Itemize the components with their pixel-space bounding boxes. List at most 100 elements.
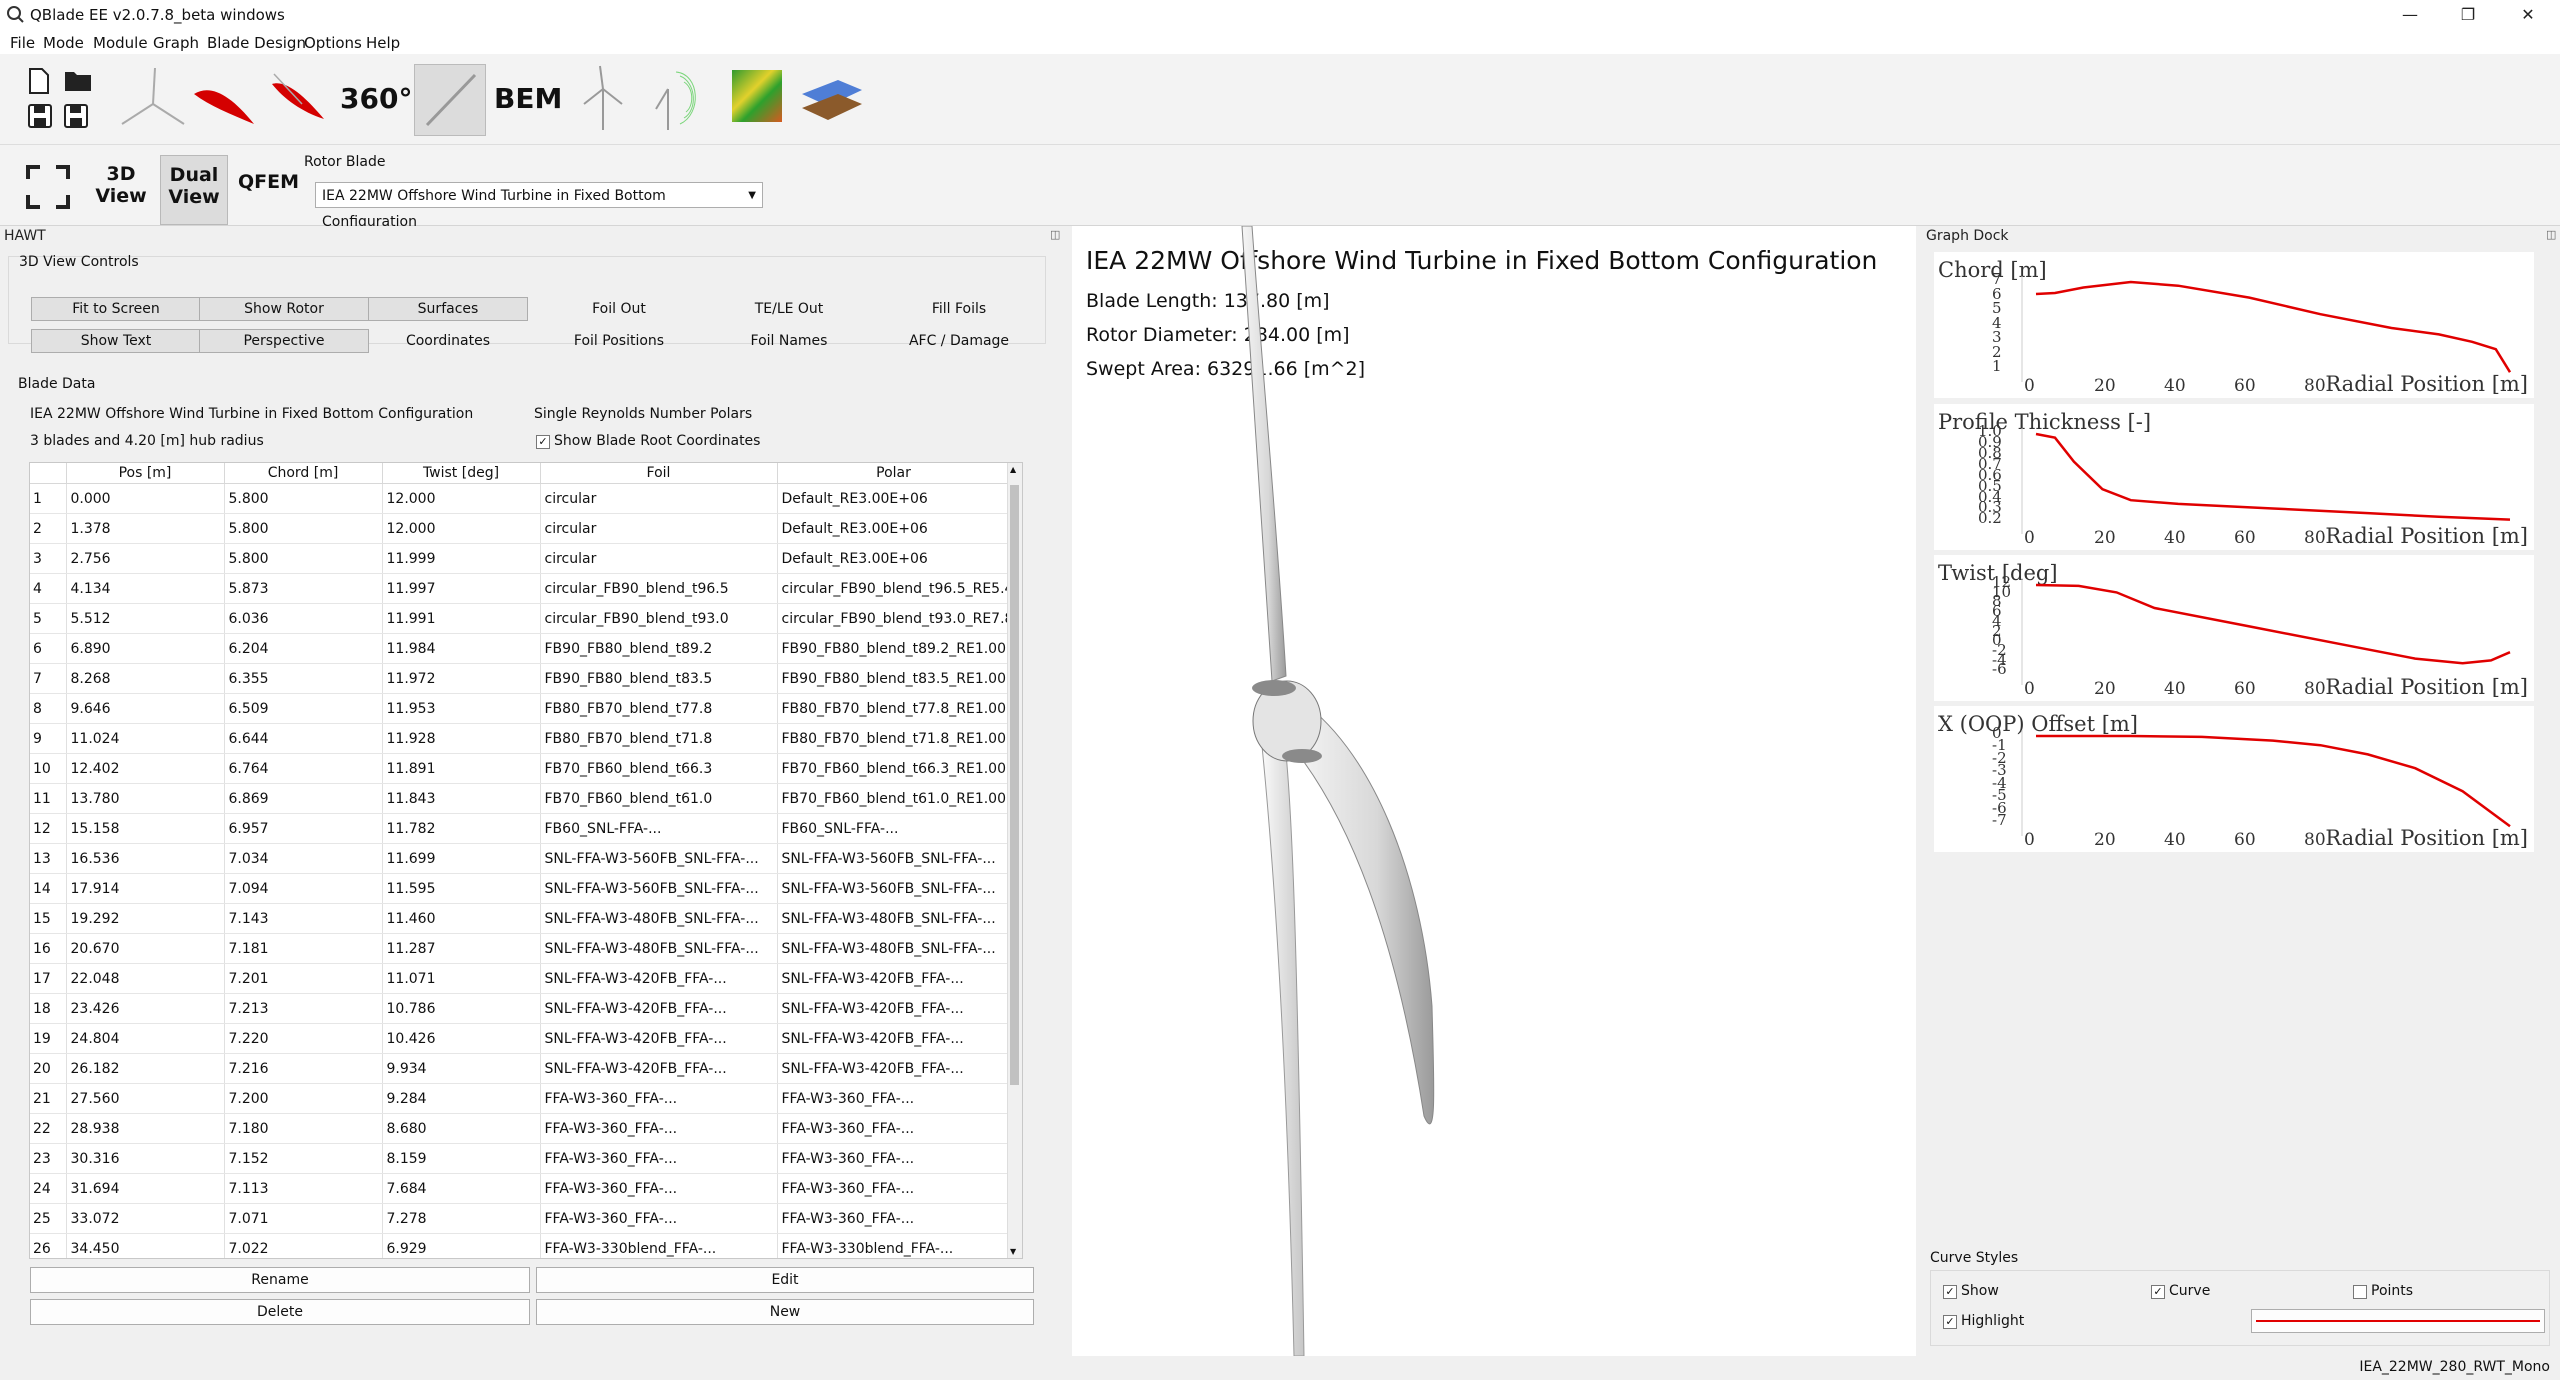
twist-cell[interactable]: 11.699 [382,843,541,874]
column-header-chord[interactable]: Chord [m] [224,463,383,484]
twist-cell[interactable]: 12.000 [382,483,541,514]
chord-cell[interactable]: 7.071 [224,1203,383,1234]
show-root-coords-checkbox[interactable]: ✓ [536,435,550,449]
pos-cell[interactable]: 30.316 [66,1143,225,1174]
table-row[interactable]: 21 27.560 7.200 9.284 FFA-W3-360_FFA-... FFA-… [30,1083,1011,1114]
polar-cell[interactable]: FB60_SNL-FFA-... [777,813,1011,844]
foil-cell[interactable]: FB60_SNL-FFA-... [540,813,778,844]
polar-cell[interactable]: SNL-FFA-W3-420FB_FFA-... [777,963,1011,994]
environment-icon[interactable] [798,64,868,134]
foil-cell[interactable]: circular_FB90_blend_t96.5 [540,573,778,604]
table-row[interactable]: 26 34.450 7.022 6.929 FFA-W3-330blend_FFA-..… [30,1233,1011,1258]
open-folder-icon[interactable] [64,68,92,92]
polar-cell[interactable]: SNL-FFA-W3-420FB_FFA-... [777,1053,1011,1084]
table-row[interactable]: 16 20.670 7.181 11.287 SNL-FFA-W3-480FB_SNL-… [30,933,1011,964]
show-rotor-button[interactable]: Show Rotor [199,297,369,321]
foil-cell[interactable]: circular [540,483,778,514]
pos-cell[interactable]: 16.536 [66,843,225,874]
maximize-button[interactable]: ❐ [2440,0,2496,32]
table-row[interactable]: 22 28.938 7.180 8.680 FFA-W3-360_FFA-... FFA-… [30,1113,1011,1144]
twist-cell[interactable]: 7.684 [382,1173,541,1204]
blade-data-table[interactable]: Pos [m] Chord [m] Twist [deg] Foil Polar… [29,462,1023,1259]
chord-cell[interactable]: 6.036 [224,603,383,634]
save-as-icon[interactable] [64,104,88,128]
pos-cell[interactable]: 2.756 [66,543,225,574]
polar-cell[interactable]: FFA-W3-360_FFA-... [777,1143,1011,1174]
minimize-button[interactable]: — [2382,0,2438,32]
twist-cell[interactable]: 11.928 [382,723,541,754]
curve-style-button[interactable] [2251,1309,2545,1333]
column-header-foil[interactable]: Foil [540,463,778,484]
polar-cell[interactable]: SNL-FFA-W3-560FB_SNL-FFA-... [777,873,1011,904]
twist-cell[interactable]: 11.999 [382,543,541,574]
pos-cell[interactable]: 19.292 [66,903,225,934]
pos-cell[interactable]: 4.134 [66,573,225,604]
chord-cell[interactable]: 7.180 [224,1113,383,1144]
polar-cell[interactable]: SNL-FFA-W3-480FB_SNL-FFA-... [777,933,1011,964]
pos-cell[interactable]: 9.646 [66,693,225,724]
pos-cell[interactable]: 24.804 [66,1023,225,1054]
table-scrollbar[interactable]: ▲ ▼ [1007,463,1022,1258]
fit-to-screen-button[interactable]: Fit to Screen [31,297,201,321]
twist-cell[interactable]: 10.786 [382,993,541,1024]
pos-cell[interactable]: 31.694 [66,1173,225,1204]
foil-cell[interactable]: FB90_FB80_blend_t83.5 [540,663,778,694]
twist-cell[interactable]: 10.426 [382,1023,541,1054]
chord-cell[interactable]: 7.152 [224,1143,383,1174]
pos-cell[interactable]: 27.560 [66,1083,225,1114]
twist-cell[interactable]: 11.984 [382,633,541,664]
foil-cell[interactable]: SNL-FFA-W3-560FB_SNL-FFA-... [540,843,778,874]
rotor-blade-select[interactable]: IEA 22MW Offshore Wind Turbine in Fixed … [315,182,763,230]
chord-cell[interactable]: 6.644 [224,723,383,754]
chord-cell[interactable]: 7.094 [224,873,383,904]
table-row[interactable]: 25 33.072 7.071 7.278 FFA-W3-360_FFA-... FFA-… [30,1203,1011,1234]
polar-cell[interactable]: FB70_FB60_blend_t66.3_RE1.00... [777,753,1011,784]
polar-360-button[interactable]: 360° [340,82,412,115]
3d-view-button[interactable]: 3D View [88,155,154,223]
pos-cell[interactable]: 17.914 [66,873,225,904]
pos-cell[interactable]: 26.182 [66,1053,225,1084]
twist-cell[interactable]: 11.782 [382,813,541,844]
twist-cell[interactable]: 11.460 [382,903,541,934]
foil-cell[interactable]: FB70_FB60_blend_t66.3 [540,753,778,784]
foil-cell[interactable]: FB90_FB80_blend_t89.2 [540,633,778,664]
scroll-down-icon[interactable]: ▼ [1010,1247,1016,1256]
twist-cell[interactable]: 11.071 [382,963,541,994]
chord-cell[interactable]: 6.869 [224,783,383,814]
chord-cell[interactable]: 7.113 [224,1173,383,1204]
twist-cell[interactable]: 9.934 [382,1053,541,1084]
twist-cell[interactable]: 7.278 [382,1203,541,1234]
show-text-button[interactable]: Show Text [31,329,201,353]
pos-cell[interactable]: 6.890 [66,633,225,664]
delete-button[interactable]: Delete [30,1299,530,1325]
twist-cell[interactable]: 11.891 [382,753,541,784]
column-header-polar[interactable]: Polar [777,463,1011,484]
fill-foils-toggle[interactable]: Fill Foils [879,297,1039,321]
dual-view-button[interactable]: Dual View [160,155,228,225]
table-row[interactable]: 4 4.134 5.873 11.997 circular_FB90_blend_t96… [30,573,1011,604]
twist-cell[interactable]: 12.000 [382,513,541,544]
pos-cell[interactable]: 0.000 [66,483,225,514]
chord-cell[interactable]: 7.201 [224,963,383,994]
foil-cell[interactable]: circular_FB90_blend_t93.0 [540,603,778,634]
chord-cell[interactable]: 7.143 [224,903,383,934]
column-header-pos[interactable]: Pos [m] [66,463,225,484]
chord-cell[interactable]: 5.800 [224,483,383,514]
polar-cell[interactable]: SNL-FFA-W3-560FB_SNL-FFA-... [777,843,1011,874]
chord-cell[interactable]: 7.034 [224,843,383,874]
scrollbar-thumb[interactable] [1010,485,1019,1085]
graph-0[interactable]: Chord [m] 7 6 5 4 3 2 1 0 20 40 60 80 Radial Position… [1934,252,2534,398]
menu-blade-design[interactable]: Blade Design [207,34,306,52]
highlight-checkbox[interactable]: ✓ [1943,1315,1957,1329]
polar-cell[interactable]: FFA-W3-360_FFA-... [777,1113,1011,1144]
undock-icon[interactable]: ◫ [1050,228,1060,241]
field-visualization-icon[interactable] [732,70,782,122]
new-file-icon[interactable] [28,68,50,94]
table-row[interactable]: 3 2.756 5.800 11.999 circular Default_RE3.00E… [30,543,1011,574]
chord-cell[interactable]: 5.800 [224,543,383,574]
turbine-rotor-icon[interactable] [118,64,188,134]
foil-cell[interactable]: FFA-W3-360_FFA-... [540,1113,778,1144]
foil-cell[interactable]: SNL-FFA-W3-480FB_SNL-FFA-... [540,903,778,934]
table-row[interactable]: 7 8.268 6.355 11.972 FB90_FB80_blend_t83.5 FB… [30,663,1011,694]
table-row[interactable]: 8 9.646 6.509 11.953 FB80_FB70_blend_t77.8 FB… [30,693,1011,724]
